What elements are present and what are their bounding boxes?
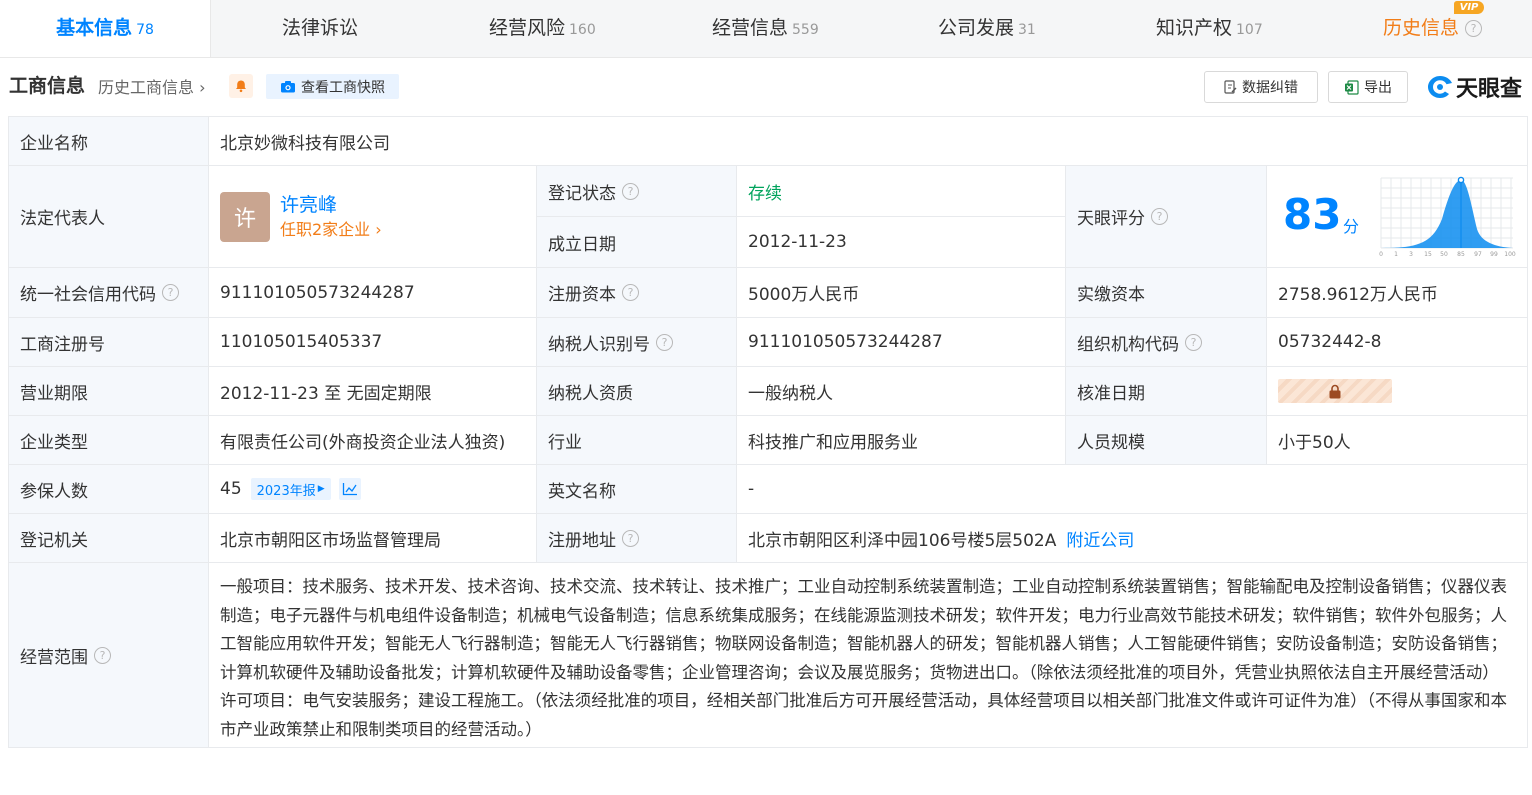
credit-code-label: 统一社会信用代码?	[8, 268, 209, 318]
industry-value: 科技推广和应用服务业	[737, 416, 1066, 465]
score-axis-tick: 15	[1424, 251, 1432, 258]
english-name-label: 英文名称	[537, 465, 737, 514]
legal-rep-name-link[interactable]: 许亮峰	[280, 192, 382, 218]
score-axis-tick: 97	[1474, 251, 1482, 258]
caret-right-icon: ▶	[317, 484, 325, 494]
nearby-companies-link[interactable]: 附近公司	[1066, 526, 1134, 551]
insured-cell: 45 2023年报 ▶	[209, 465, 537, 514]
term-value: 2012-11-23 至 无固定期限	[209, 367, 537, 416]
legal-rep-jobs-link[interactable]: 任职2家企业 ›	[280, 218, 382, 242]
paid-capital-value: 2758.9612万人民币	[1267, 268, 1528, 318]
type-value: 有限责任公司(外商投资企业法人独资)	[209, 416, 537, 465]
reg-capital-label: 注册资本?	[537, 268, 737, 318]
insured-label: 参保人数	[8, 465, 209, 514]
locked-value[interactable]	[1278, 379, 1392, 403]
score-axis-tick: 0	[1379, 251, 1383, 258]
score-axis-tick: 85	[1457, 251, 1465, 258]
staff-value: 小于50人	[1267, 416, 1528, 465]
term-label: 营业期限	[8, 367, 209, 416]
industry-label: 行业	[537, 416, 737, 465]
export-button[interactable]: 导出	[1328, 71, 1408, 103]
logo-eye-icon	[1428, 76, 1452, 98]
taxpayer-id-value: 911101050573244287	[737, 318, 1066, 367]
help-icon[interactable]: ?	[1151, 208, 1168, 225]
history-link[interactable]: 历史工商信息 ›	[98, 74, 206, 98]
data-correction-button[interactable]: 数据纠错	[1204, 71, 1318, 103]
annual-report-tag[interactable]: 2023年报 ▶	[250, 478, 331, 500]
taxpayer-qual-label: 纳税人资质	[537, 367, 737, 416]
help-icon[interactable]: ?	[94, 646, 111, 664]
excel-icon	[1345, 79, 1359, 95]
tab-legal[interactable]: 法律诉讼	[282, 0, 358, 57]
address-cell: 北京市朝阳区利泽中园106号楼5层502A 附近公司	[737, 514, 1528, 563]
score-unit: 分	[1343, 217, 1360, 236]
snapshot-button[interactable]: 查看工商快照	[266, 74, 399, 99]
insured-value: 45	[220, 479, 242, 499]
biz-reg-no-label: 工商注册号	[8, 318, 209, 367]
authority-label: 登记机关	[8, 514, 209, 563]
type-label: 企业类型	[8, 416, 209, 465]
paid-capital-label: 实缴资本	[1066, 268, 1267, 318]
tab-development[interactable]: 公司发展 31	[938, 0, 1036, 57]
score-value: 83	[1283, 190, 1342, 239]
english-name-value: -	[737, 465, 1528, 514]
tab-risk[interactable]: 经营风险 160	[489, 0, 596, 57]
credit-code-value: 911101050573244287	[209, 268, 537, 318]
bell-icon[interactable]	[229, 74, 253, 98]
help-icon[interactable]: ?	[622, 182, 639, 200]
company-name-label: 企业名称	[8, 116, 209, 166]
tab-business[interactable]: 经营信息 559	[712, 0, 819, 57]
chevron-right-icon: ›	[194, 78, 206, 97]
reg-status-value: 存续	[737, 166, 1066, 217]
taxpayer-qual-value: 一般纳税人	[737, 367, 1066, 416]
score-axis-tick: 50	[1440, 251, 1448, 258]
score-label: 天眼评分?	[1066, 166, 1267, 268]
lock-icon	[1329, 384, 1341, 398]
tab-basic-info[interactable]: 基本信息 78	[0, 0, 211, 57]
authority-value: 北京市朝阳区市场监督管理局	[209, 514, 537, 563]
company-name-value: 北京妙微科技有限公司	[209, 116, 1528, 166]
scope-value: 一般项目：技术服务、技术开发、技术咨询、技术交流、技术转让、技术推广；工业自动控…	[209, 563, 1528, 748]
staff-label: 人员规模	[1066, 416, 1267, 465]
approve-date-value[interactable]	[1267, 367, 1528, 416]
avatar: 许	[220, 191, 270, 242]
org-code-label: 组织机构代码?	[1066, 318, 1267, 367]
org-code-value: 05732442-8	[1267, 318, 1528, 367]
found-date-label: 成立日期	[537, 217, 737, 268]
score-axis-tick: 1	[1394, 251, 1398, 258]
section-title: 工商信息	[9, 75, 86, 97]
score-axis-tick: 100	[1504, 251, 1516, 258]
taxpayer-id-label: 纳税人识别号?	[537, 318, 737, 367]
help-icon: ?	[1465, 20, 1483, 37]
reg-status-label: 登记状态?	[537, 166, 737, 217]
legal-rep-cell: 许 许亮峰 任职2家企业 ›	[209, 166, 537, 268]
camera-icon	[281, 81, 295, 93]
address-value: 北京市朝阳区利泽中园106号楼5层502A	[748, 530, 1057, 551]
legal-rep-label: 法定代表人	[8, 166, 209, 268]
tab-bar: 基本信息 78 法律诉讼 经营风险 160 经营信息 559 公司发展 31 知识产权 1…	[0, 0, 1532, 58]
address-label: 注册地址?	[537, 514, 737, 563]
tab-ip[interactable]: 知识产权 107	[1156, 0, 1263, 57]
approve-date-label: 核准日期	[1066, 367, 1267, 416]
vip-badge: VIP	[1454, 1, 1484, 14]
found-date-value: 2012-11-23	[737, 217, 1066, 268]
help-icon[interactable]: ?	[656, 333, 673, 351]
score-distribution-chart: 0 1 3 15 50 85 97 99 100	[1379, 176, 1516, 258]
help-icon[interactable]: ?	[1185, 333, 1202, 351]
score-axis-tick: 99	[1490, 251, 1498, 258]
help-icon[interactable]: ?	[622, 284, 639, 301]
biz-reg-no-value: 110105015405337	[209, 318, 537, 367]
tianyancha-logo: 天眼查	[1426, 72, 1522, 102]
edit-doc-icon	[1224, 80, 1237, 94]
help-icon[interactable]: ?	[622, 529, 639, 547]
trend-chart-icon[interactable]	[338, 478, 361, 500]
reg-capital-value: 5000万人民币	[737, 268, 1066, 318]
score-axis-tick: 3	[1409, 251, 1413, 258]
help-icon[interactable]: ?	[162, 284, 179, 301]
scope-label: 经营范围?	[8, 563, 209, 748]
